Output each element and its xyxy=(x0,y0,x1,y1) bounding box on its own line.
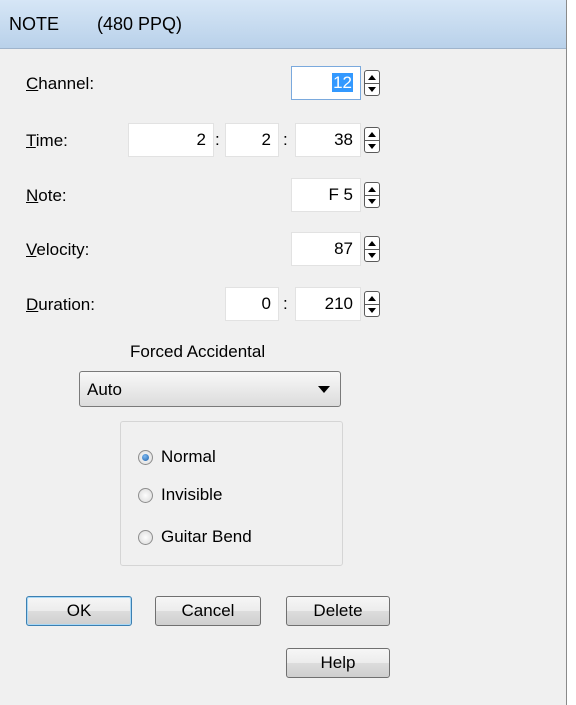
spin-down-icon[interactable] xyxy=(365,140,379,152)
duration-beats-input[interactable]: 0 xyxy=(225,287,279,321)
ppq-label: (480 PPQ) xyxy=(97,14,183,34)
radio-invisible-label: Invisible xyxy=(161,485,223,504)
note-input[interactable]: F 5 xyxy=(291,178,361,212)
velocity-spinner[interactable] xyxy=(364,236,380,262)
velocity-input[interactable]: 87 xyxy=(291,232,361,266)
help-button[interactable]: Help xyxy=(286,648,390,678)
chevron-down-icon xyxy=(318,386,330,393)
spin-down-icon[interactable] xyxy=(365,195,379,207)
forced-accidental-label: Forced Accidental xyxy=(130,342,266,361)
time-label: Time: xyxy=(26,131,68,150)
channel-label: Channel: xyxy=(26,74,95,93)
duration-separator: : xyxy=(283,294,288,313)
velocity-label: Velocity: xyxy=(26,240,90,259)
time-separator: : xyxy=(215,130,220,149)
radio-checked-icon[interactable] xyxy=(138,449,153,465)
channel-spinner[interactable] xyxy=(364,70,380,96)
duration-ticks-input[interactable]: 210 xyxy=(295,287,361,321)
dialog-title: NOTE xyxy=(9,14,60,34)
radio-invisible[interactable]: Invisible xyxy=(138,484,222,506)
spin-down-icon[interactable] xyxy=(365,249,379,261)
note-spinner[interactable] xyxy=(364,182,380,208)
channel-input[interactable]: 12 xyxy=(291,66,361,100)
radio-normal[interactable]: Normal xyxy=(138,446,216,468)
time-beat-input[interactable]: 2 xyxy=(225,123,279,157)
title-bar: NOTE (480 PPQ) xyxy=(0,0,566,49)
spin-down-icon[interactable] xyxy=(365,83,379,95)
radio-guitar-bend-label: Guitar Bend xyxy=(161,527,252,546)
note-label: Note: xyxy=(26,186,67,205)
radio-normal-label: Normal xyxy=(161,447,216,466)
duration-label: Duration: xyxy=(26,295,95,314)
cancel-button[interactable]: Cancel xyxy=(155,596,261,626)
duration-spinner[interactable] xyxy=(364,291,380,317)
forced-accidental-value: Auto xyxy=(87,380,122,399)
radio-guitar-bend[interactable]: Guitar Bend xyxy=(138,526,252,548)
time-separator: : xyxy=(283,130,288,149)
forced-accidental-select[interactable]: Auto xyxy=(79,371,341,407)
time-spinner[interactable] xyxy=(364,127,380,153)
time-bar-input[interactable]: 2 xyxy=(128,123,214,157)
spin-down-icon[interactable] xyxy=(365,304,379,316)
radio-unchecked-icon[interactable] xyxy=(138,529,153,545)
ok-button[interactable]: OK xyxy=(26,596,132,626)
delete-button[interactable]: Delete xyxy=(286,596,390,626)
radio-unchecked-icon[interactable] xyxy=(138,487,153,503)
time-tick-input[interactable]: 38 xyxy=(295,123,361,157)
note-dialog: NOTE (480 PPQ) Channel: 12 Time: 2 : 2 :… xyxy=(0,0,567,705)
